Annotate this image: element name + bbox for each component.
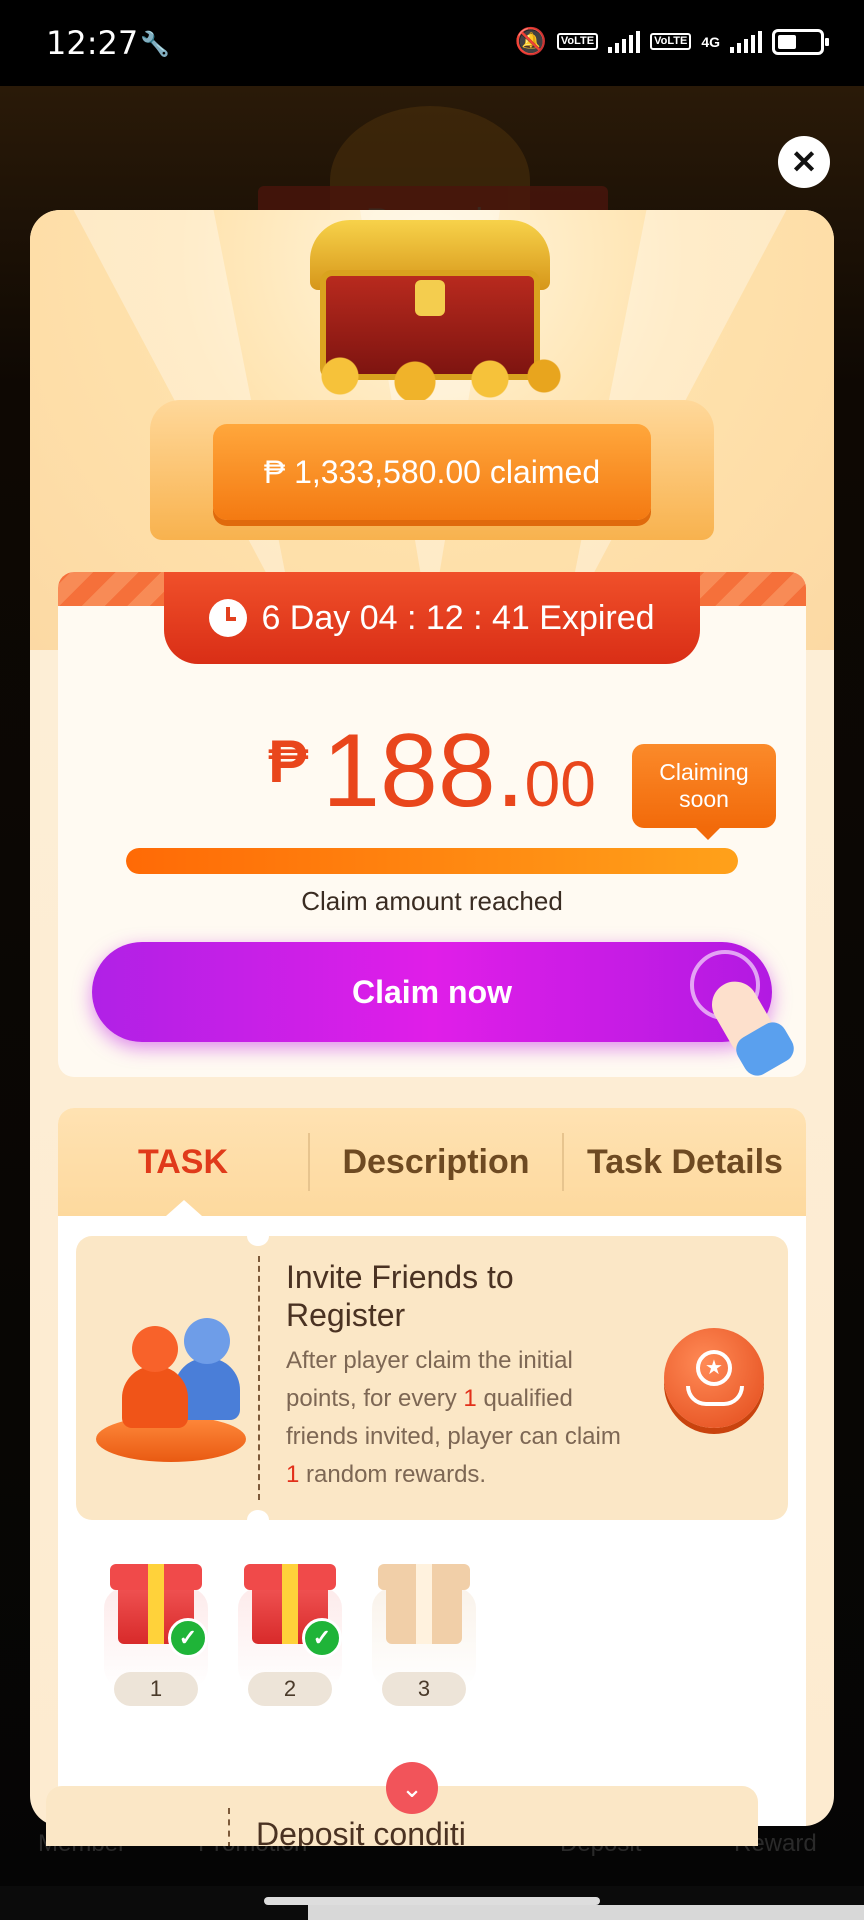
task-title: Invite Friends to Register <box>286 1259 514 1333</box>
amount-decimal: 00 <box>524 748 596 820</box>
claimed-total: ₱ 1,333,580.00 claimed <box>213 424 651 520</box>
expand-button[interactable]: ⌄ <box>386 1762 438 1814</box>
timer-text: 6 Day 04 : 12 : 41 Expired <box>261 598 655 637</box>
task-description: After player claim the initial points, f… <box>286 1342 636 1494</box>
gift-number: 1 <box>114 1672 198 1706</box>
tab-task[interactable]: TASK <box>58 1143 308 1182</box>
amount-integer: 188. <box>322 713 525 829</box>
gift-number: 3 <box>382 1672 466 1706</box>
task-desc-text: random rewards. <box>299 1461 487 1488</box>
rewards-modal: ₱ 1,333,580.00 claimed 6 Day 04 : 12 : 4… <box>30 210 834 1826</box>
pointing-hand-icon <box>690 950 799 1077</box>
4g-label: 4G <box>701 33 720 50</box>
task-item-invite: Invite Friends to Register After player … <box>76 1226 788 1530</box>
friends-icon <box>92 1316 252 1466</box>
mute-icon: 🔕 <box>514 26 547 56</box>
volte-icon: VoLTE <box>556 33 599 50</box>
home-indicator[interactable] <box>264 1897 600 1905</box>
close-button[interactable]: ✕ <box>778 136 830 188</box>
tab-description[interactable]: Description <box>310 1143 562 1182</box>
check-icon: ✓ <box>168 1618 208 1658</box>
progress-fill <box>126 848 738 874</box>
currency-symbol: ₱ <box>268 728 309 795</box>
task-desc-highlight: 1 <box>286 1461 300 1488</box>
active-tab-caret <box>166 1200 202 1216</box>
claim-status-text: Claim amount reached <box>301 886 563 916</box>
check-icon: ✓ <box>302 1618 342 1658</box>
close-icon: ✕ <box>790 144 818 180</box>
claiming-soon-badge: Claiming soon <box>632 744 776 840</box>
battery-level <box>778 34 796 49</box>
task-panel: TASK Description Task Details Invite Fri… <box>58 1108 806 1826</box>
status-time: 12:27 <box>46 24 139 62</box>
countdown-timer: 6 Day 04 : 12 : 41 Expired <box>164 572 700 664</box>
tab-task-details[interactable]: Task Details <box>564 1143 806 1182</box>
gift-progress: ✓ 1 ✓ 2 3 <box>58 1558 806 1748</box>
battery-icon <box>772 28 829 55</box>
claim-now-button[interactable]: Claim now <box>92 942 772 1042</box>
volte-icon: VoLTE <box>650 33 692 50</box>
4g-signal-icon <box>730 30 762 53</box>
signal-icon <box>608 30 641 53</box>
wrench-icon: 🔧 <box>140 31 170 58</box>
chevron-down-icon: ⌄ <box>401 1773 423 1803</box>
claim-progress-bar <box>126 848 738 874</box>
hand-icon <box>686 1386 744 1406</box>
task-reward-button[interactable]: ★ <box>664 1328 764 1428</box>
reward-card: 6 Day 04 : 12 : 41 Expired ₱ 188.00 Claim… <box>58 572 806 1077</box>
status-bar: 12:27 🔧 🔕 VoLTE VoLTE 4G <box>0 0 864 86</box>
status-icons: 🔕 VoLTE VoLTE 4G <box>514 26 829 57</box>
clock-icon <box>209 599 248 637</box>
bottom-bar <box>308 1905 864 1920</box>
treasure-chest-icon <box>280 210 580 400</box>
gift-number: 2 <box>248 1672 332 1706</box>
star-icon: ★ <box>696 1350 732 1386</box>
next-task-title: Deposit conditi <box>256 1816 466 1846</box>
task-desc-highlight: 1 <box>463 1385 477 1412</box>
